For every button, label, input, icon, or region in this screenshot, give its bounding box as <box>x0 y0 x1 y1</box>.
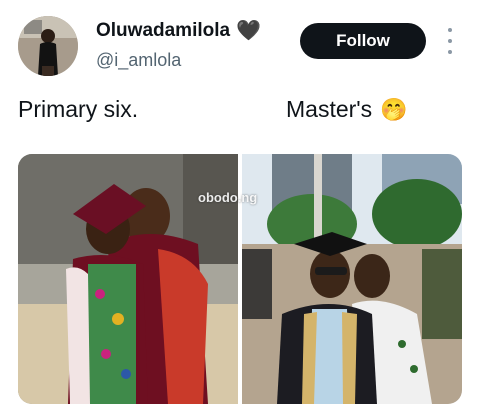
user-handle[interactable]: @i_amlola <box>96 50 181 71</box>
watermark-text: obodo.ng <box>198 190 258 205</box>
name-row: Oluwadamilola 🖤 <box>96 20 261 42</box>
more-options-icon[interactable] <box>444 28 456 54</box>
black-heart-icon: 🖤 <box>236 20 261 42</box>
avatar[interactable] <box>18 16 78 76</box>
tweet-text-left: Primary six. <box>18 96 139 122</box>
tweet-photo-masters[interactable] <box>242 154 462 404</box>
face-with-hand-over-mouth-icon: 🤭 <box>380 96 408 122</box>
tweet-text-right-label: Master's <box>286 96 373 122</box>
tweet-text-right: Master's 🤭 <box>286 96 408 123</box>
display-name[interactable]: Oluwadamilola <box>96 20 230 42</box>
follow-button[interactable]: Follow <box>300 23 426 59</box>
